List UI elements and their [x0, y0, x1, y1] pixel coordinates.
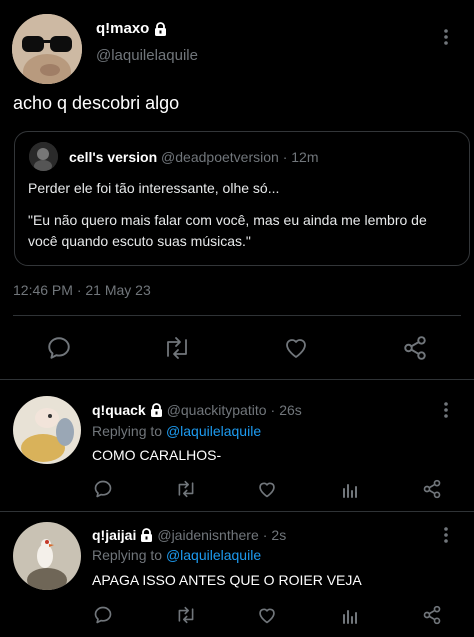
lock-icon — [150, 403, 162, 417]
reply-separator: · — [262, 527, 268, 543]
retweet-icon[interactable] — [174, 478, 198, 500]
author-display-name[interactable]: q!maxo — [96, 20, 149, 37]
divider — [0, 511, 474, 512]
quote-line-3: você quando escuto suas músicas." — [28, 233, 251, 249]
tweet-text: acho q descobri algo — [13, 93, 180, 113]
reply-handle[interactable]: @quackitypatito — [167, 402, 267, 418]
quote-avatar — [29, 142, 58, 171]
tweet-timestamp: 12:46 PM · 21 May 23 — [13, 282, 151, 298]
divider — [0, 379, 474, 380]
avatar[interactable] — [12, 14, 82, 84]
replying-to: Replying to @laquilelaquile — [92, 547, 261, 563]
replying-to: Replying to @laquilelaquile — [92, 423, 261, 439]
quote-handle: @deadpoetversion — [161, 149, 279, 165]
more-options-icon[interactable] — [435, 524, 457, 546]
reply-display-name[interactable]: q!quack — [92, 402, 146, 418]
quote-line-2: "Eu não quero mais falar com você, mas e… — [28, 212, 427, 228]
share-icon[interactable] — [421, 604, 443, 626]
retweet-icon[interactable] — [174, 604, 198, 626]
like-icon[interactable] — [256, 478, 278, 500]
analytics-icon[interactable] — [339, 478, 361, 500]
quote-header: cell's version @deadpoetversion · 12m — [69, 149, 318, 165]
reply-header: q!jaijai @jaidenisnthere · 2s — [92, 527, 286, 543]
reply-text: APAGA ISSO ANTES QUE O ROIER VEJA — [92, 572, 362, 588]
retweet-icon[interactable] — [161, 333, 193, 363]
like-icon[interactable] — [256, 604, 278, 626]
lock-icon — [155, 21, 167, 36]
more-options-icon[interactable] — [435, 26, 457, 48]
more-options-icon[interactable] — [435, 399, 457, 421]
reply-display-name[interactable]: q!jaijai — [92, 527, 136, 543]
reply-separator: · — [270, 402, 276, 418]
lock-icon — [141, 528, 153, 542]
share-icon[interactable] — [421, 478, 443, 500]
reply-icon[interactable] — [92, 604, 114, 626]
author-handle[interactable]: @laquilelaquile — [96, 47, 198, 64]
quote-separator: · — [282, 149, 288, 165]
quote-line-1: Perder ele foi tão interessante, olhe só… — [28, 180, 280, 196]
quote-display-name: cell's version — [69, 149, 158, 165]
replying-to-label: Replying to — [92, 547, 163, 563]
author-name[interactable]: q!maxo — [96, 20, 167, 37]
replying-to-handle[interactable]: @laquilelaquile — [166, 423, 261, 439]
reply-icon[interactable] — [44, 333, 74, 363]
replying-to-label: Replying to — [92, 423, 163, 439]
replying-to-handle[interactable]: @laquilelaquile — [166, 547, 261, 563]
reply-header: q!quack @quackitypatito · 26s — [92, 402, 302, 418]
divider — [13, 315, 461, 316]
share-icon[interactable] — [400, 333, 430, 363]
reply-text: COMO CARALHOS- — [92, 447, 222, 463]
reply-avatar[interactable] — [13, 522, 81, 590]
reply-avatar[interactable] — [13, 396, 81, 464]
quote-time: 12m — [291, 149, 319, 165]
reply-time: 2s — [271, 527, 287, 543]
analytics-icon[interactable] — [339, 604, 361, 626]
reply-time: 26s — [279, 402, 302, 418]
reply-icon[interactable] — [92, 478, 114, 500]
like-icon[interactable] — [281, 333, 311, 363]
reply-handle[interactable]: @jaidenisnthere — [157, 527, 258, 543]
